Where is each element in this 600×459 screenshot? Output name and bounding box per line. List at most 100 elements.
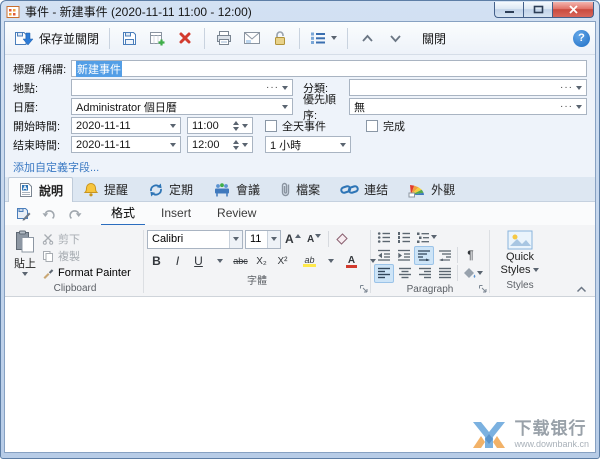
ellipsis-icon[interactable]: ··· bbox=[266, 82, 279, 93]
font-size-select[interactable]: 11 bbox=[245, 229, 281, 249]
qat-save-icon bbox=[16, 207, 30, 221]
chevron-down-icon bbox=[233, 237, 239, 241]
minimize-button[interactable] bbox=[494, 2, 523, 18]
font-family-select[interactable]: Calibri bbox=[147, 229, 243, 249]
close-window-button[interactable]: 關閉 bbox=[418, 25, 450, 51]
duration-select[interactable]: 1 小時 bbox=[265, 136, 351, 153]
location-input[interactable]: ··· bbox=[71, 79, 293, 96]
highlight-options-button[interactable] bbox=[321, 252, 340, 271]
email-button[interactable] bbox=[239, 25, 265, 51]
tab-meeting[interactable]: 會議 bbox=[203, 177, 270, 201]
chevron-down-icon[interactable] bbox=[170, 123, 176, 128]
bullets-button[interactable] bbox=[374, 228, 393, 247]
shading-button[interactable] bbox=[461, 264, 485, 283]
titlebar[interactable]: 事件 - 新建事件 (2020-11-11 11:00 - 12:00) bbox=[4, 1, 596, 21]
new-event-button[interactable] bbox=[144, 25, 170, 51]
title-input[interactable]: 新建事件 bbox=[71, 60, 587, 77]
next-item-button[interactable] bbox=[382, 25, 408, 51]
watermark: 下载银行 www.downbank.cn bbox=[471, 420, 589, 450]
tab-links[interactable]: 連结 bbox=[330, 177, 398, 201]
chevron-down-icon[interactable] bbox=[242, 123, 248, 128]
font-group-label: 字體 bbox=[247, 276, 267, 287]
font-dialog-launcher[interactable] bbox=[359, 284, 369, 294]
help-button[interactable]: ? bbox=[573, 29, 590, 47]
save-button[interactable] bbox=[116, 25, 142, 51]
previous-item-button[interactable] bbox=[354, 25, 380, 51]
chevron-down-icon[interactable] bbox=[576, 85, 582, 90]
subscript-button[interactable]: X₂ bbox=[252, 252, 271, 271]
redo-button[interactable] bbox=[65, 205, 85, 223]
rtl-direction-button[interactable] bbox=[435, 246, 454, 265]
chevron-down-icon[interactable] bbox=[282, 85, 288, 90]
highlight-button[interactable]: ab bbox=[300, 252, 319, 271]
lock-button[interactable] bbox=[267, 25, 293, 51]
grow-font-button[interactable]: A bbox=[283, 230, 303, 249]
undo-button[interactable] bbox=[39, 205, 59, 223]
time-spinner[interactable] bbox=[233, 139, 239, 150]
paragraph-dialog-launcher[interactable] bbox=[478, 284, 488, 294]
chevron-down-icon[interactable] bbox=[282, 104, 288, 109]
tab-recurrence[interactable]: 定期 bbox=[138, 177, 203, 201]
chevron-down-icon[interactable] bbox=[242, 142, 248, 147]
tab-reminder[interactable]: 提醒 bbox=[73, 177, 138, 201]
italic-button[interactable]: I bbox=[168, 252, 187, 271]
multilevel-list-button[interactable] bbox=[414, 228, 439, 247]
highlight-icon: ab bbox=[303, 255, 316, 267]
underline-button[interactable]: U bbox=[189, 252, 208, 271]
tab-files[interactable]: 檔案 bbox=[270, 177, 330, 201]
print-button[interactable] bbox=[211, 25, 237, 51]
end-time-select[interactable]: 12:00 bbox=[187, 136, 253, 153]
time-spinner[interactable] bbox=[233, 120, 239, 131]
clear-formatting-button[interactable] bbox=[333, 230, 352, 249]
all-day-checkbox[interactable] bbox=[265, 119, 277, 132]
collapse-ribbon-button[interactable] bbox=[570, 286, 593, 296]
delete-button[interactable] bbox=[172, 25, 198, 51]
numbering-button[interactable] bbox=[394, 228, 413, 247]
qat-save-button[interactable] bbox=[13, 205, 33, 223]
paste-button[interactable]: 貼上 bbox=[10, 228, 40, 281]
bold-button[interactable]: B bbox=[147, 252, 166, 271]
copy-button[interactable]: 複製 bbox=[40, 247, 133, 264]
picture-icon bbox=[507, 230, 533, 250]
align-center-button[interactable] bbox=[395, 264, 414, 283]
maximize-button[interactable] bbox=[523, 2, 552, 18]
align-right-button[interactable] bbox=[415, 264, 434, 283]
chevron-down-icon bbox=[327, 259, 334, 263]
justify-button[interactable] bbox=[435, 264, 454, 283]
show-marks-button[interactable]: ¶ bbox=[461, 246, 480, 265]
decrease-indent-button[interactable] bbox=[374, 246, 393, 265]
superscript-button[interactable]: X² bbox=[273, 252, 292, 271]
underline-options-button[interactable] bbox=[210, 252, 229, 271]
view-fields-button[interactable] bbox=[306, 25, 341, 51]
paste-label: 貼上 bbox=[14, 258, 36, 270]
quick-styles-button[interactable]: Quick Styles bbox=[497, 228, 544, 278]
increase-indent-button[interactable] bbox=[394, 246, 413, 265]
ltr-direction-button[interactable] bbox=[414, 245, 434, 265]
chevron-down-icon[interactable] bbox=[576, 104, 582, 109]
calendar-select[interactable]: Administrator 個日曆 bbox=[71, 98, 293, 115]
align-left-button[interactable] bbox=[374, 263, 394, 283]
ribbon-tab-insert[interactable]: Insert bbox=[151, 204, 201, 223]
chevron-down-icon[interactable] bbox=[170, 142, 176, 147]
ellipsis-icon[interactable]: ··· bbox=[560, 82, 573, 93]
tab-description[interactable]: 說明 bbox=[8, 177, 74, 202]
strikethrough-button[interactable]: abc bbox=[231, 252, 250, 271]
save-and-close-button[interactable]: 保存並關閉 bbox=[10, 25, 103, 51]
format-painter-button[interactable]: Format Painter bbox=[40, 264, 133, 281]
tab-appearance[interactable]: 外觀 bbox=[398, 177, 465, 201]
ribbon-tab-review[interactable]: Review bbox=[207, 204, 266, 223]
start-date-select[interactable]: 2020-11-11 bbox=[71, 117, 181, 134]
shrink-font-button[interactable]: A bbox=[305, 230, 324, 249]
ribbon-tab-format[interactable]: 格式 bbox=[101, 202, 146, 226]
end-date-select[interactable]: 2020-11-11 bbox=[71, 136, 181, 153]
priority-select[interactable]: 無 ··· bbox=[349, 98, 587, 115]
chevron-down-icon[interactable] bbox=[340, 142, 346, 147]
font-color-button[interactable]: A bbox=[342, 252, 361, 271]
category-input[interactable]: ··· bbox=[349, 79, 587, 96]
start-time-select[interactable]: 11:00 bbox=[187, 117, 253, 134]
complete-checkbox[interactable] bbox=[366, 119, 378, 132]
add-custom-field-link[interactable]: 添加自定義字段... bbox=[13, 162, 99, 174]
close-button[interactable] bbox=[552, 2, 594, 18]
ellipsis-icon[interactable]: ··· bbox=[560, 101, 573, 112]
cut-button[interactable]: 剪下 bbox=[40, 230, 133, 247]
